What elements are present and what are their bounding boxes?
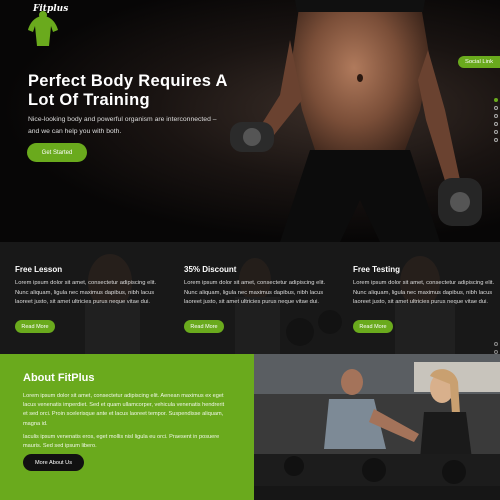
feature-title: 35% Discount — [184, 265, 237, 274]
hero-title: Perfect Body Requires A Lot Of Training — [28, 72, 228, 109]
about-paragraph: Iaculis ipsum venenatis eros, eget molli… — [23, 434, 220, 450]
feature-text: Lorem ipsum dolor sit amet, consectetur … — [184, 280, 326, 306]
feature-card-free-lesson: Free Lesson Lorem ipsum dolor sit amet, … — [15, 242, 165, 354]
hero-slide-dots — [494, 98, 500, 146]
side-dots — [494, 342, 498, 354]
about-title: About FitPlus — [23, 372, 95, 384]
side-dot[interactable] — [494, 342, 498, 346]
feature-card-discount: 35% Discount Lorem ipsum dolor sit amet,… — [184, 242, 334, 354]
feature-title: Free Testing — [353, 265, 400, 274]
slide-dot[interactable] — [494, 138, 498, 142]
about-section: About FitPlus Lorem ipsum dolor sit amet… — [0, 354, 254, 500]
logo-icon[interactable] — [24, 8, 62, 48]
feature-text: Lorem ipsum dolor sit amet, consectetur … — [353, 280, 495, 306]
slide-dot[interactable] — [494, 106, 498, 110]
feature-card-free-testing: Free Testing Lorem ipsum dolor sit amet,… — [353, 242, 500, 354]
about-paragraph: Lorem ipsum dolor sit amet, consectetur … — [23, 393, 225, 427]
slide-dot[interactable] — [494, 98, 498, 102]
feature-text: Lorem ipsum dolor sit amet, consectetur … — [15, 280, 157, 306]
social-link-tab[interactable]: Social Link — [458, 56, 500, 68]
slide-dot[interactable] — [494, 114, 498, 118]
feature-title: Free Lesson — [15, 265, 63, 274]
read-more-button[interactable]: Read More — [353, 320, 393, 333]
get-started-button[interactable]: Get Started — [27, 143, 87, 162]
hero-section: Fitplus Perfect Body Requires A Lot Of T… — [0, 0, 500, 242]
read-more-button[interactable]: Read More — [184, 320, 224, 333]
spin-class-photo — [254, 354, 500, 486]
next-section-strip-accent — [0, 486, 254, 500]
spin-class-image — [254, 354, 500, 486]
slide-dot[interactable] — [494, 122, 498, 126]
more-about-us-button[interactable]: More About Us — [23, 454, 84, 471]
read-more-button[interactable]: Read More — [15, 320, 55, 333]
hero-subtitle: Nice-looking body and powerful organism … — [28, 116, 217, 135]
slide-dot[interactable] — [494, 130, 498, 134]
features-section: Free Lesson Lorem ipsum dolor sit amet, … — [0, 242, 500, 354]
hero-image — [230, 0, 482, 242]
logo-text[interactable]: Fitplus — [33, 4, 68, 14]
